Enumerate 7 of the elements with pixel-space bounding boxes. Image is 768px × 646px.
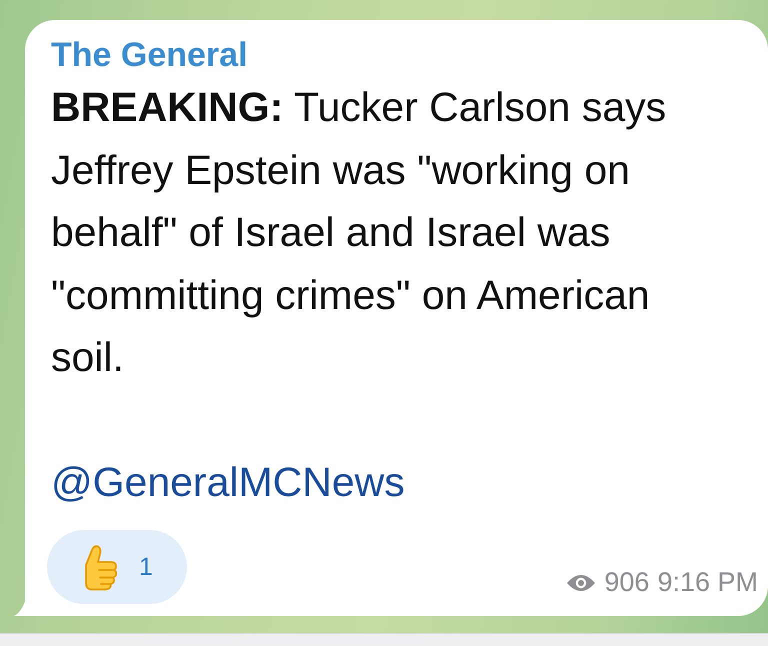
channel-link[interactable]: @GeneralMCNews [51,450,405,513]
view-count: 906 [604,567,650,598]
message-time: 9:16 PM [657,567,758,598]
message-text: BREAKING: Tucker Carlson says Jeffrey Epstein was "working on behalf" of Israel and Israel was "committing crimes" on American soil. [51,83,668,382]
eye-icon [566,572,596,592]
sender-name[interactable]: The General [51,34,248,76]
reaction-button[interactable]: 1 [47,530,187,604]
